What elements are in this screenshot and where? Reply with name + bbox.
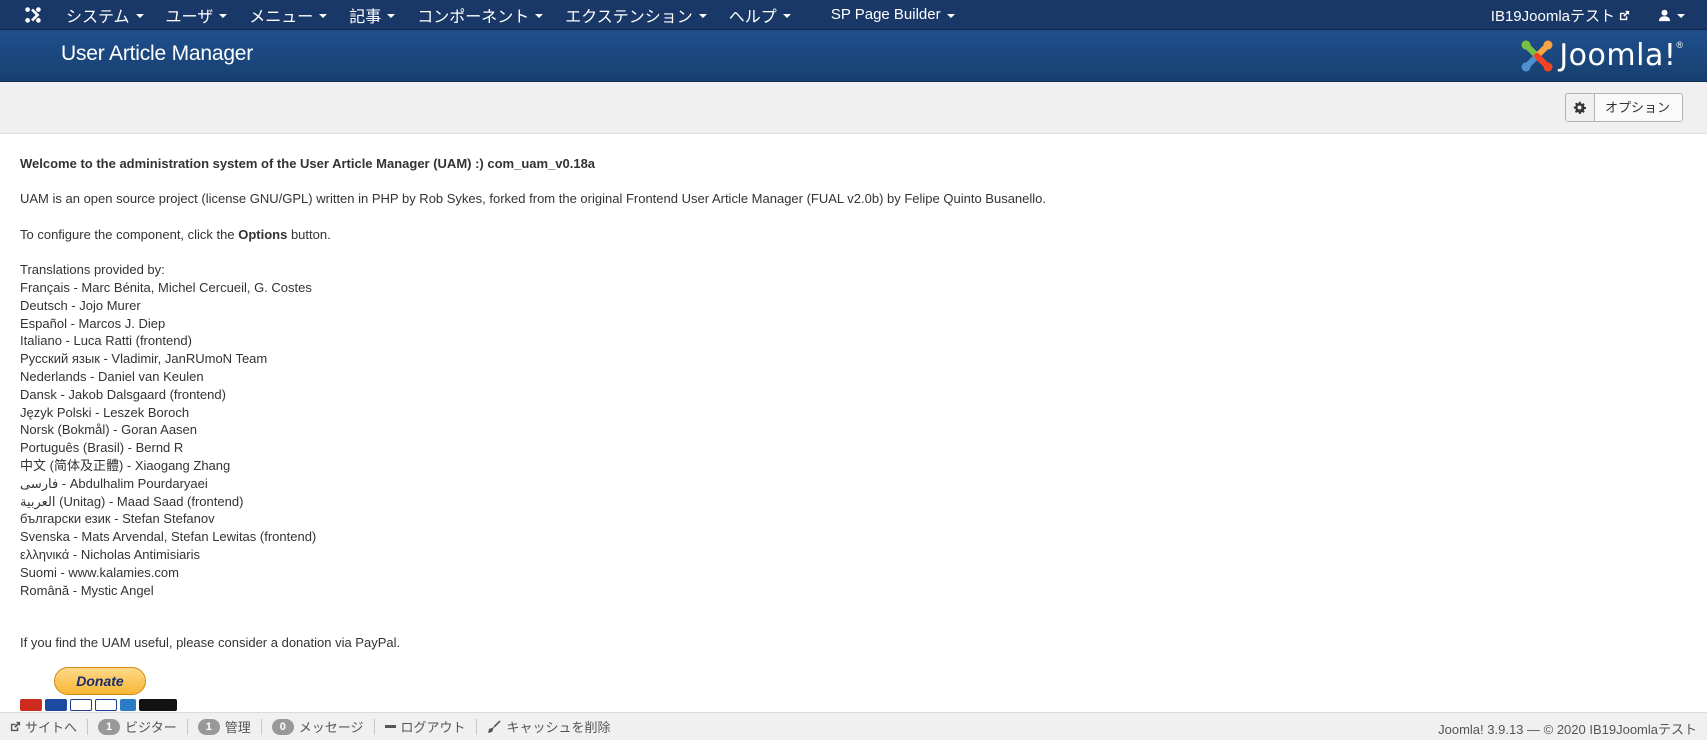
mastercard-icon	[20, 699, 42, 711]
visa-electron-icon	[95, 699, 117, 711]
top-navbar: システム ユーザ メニュー 記事 コンポーネント エクステンション ヘルプ SP…	[0, 0, 1707, 30]
view-site-link[interactable]: サイトへ	[0, 718, 89, 735]
translations-list: Translations provided by: Français - Mar…	[20, 261, 1680, 599]
page-title: User Article Manager	[61, 42, 254, 65]
menu-sp-page-builder[interactable]: SP Page Builder	[831, 0, 965, 30]
list-item: العربية (Unitag) - Maad Saad (frontend)	[20, 493, 244, 509]
visitors-count-badge: 1	[98, 718, 121, 735]
caret-down-icon	[319, 13, 328, 18]
direct-debit-icon	[139, 699, 177, 711]
list-item: Русский язык - Vladimir, JanRUmoN Team	[20, 351, 268, 367]
list-item: Română - Mystic Angel	[20, 582, 154, 598]
menu-components[interactable]: コンポーネント	[417, 0, 553, 30]
user-icon	[1658, 9, 1671, 21]
list-item: Italiano - Luca Ratti (frontend)	[20, 333, 192, 349]
caret-down-icon	[782, 13, 791, 18]
caret-down-icon	[135, 13, 144, 18]
caret-down-icon	[219, 13, 228, 18]
menu-users[interactable]: ユーザ	[166, 0, 238, 30]
external-link-icon	[10, 721, 21, 732]
list-item: български език - Stefan Stefanov	[20, 511, 215, 527]
menu-system[interactable]: システム	[66, 0, 154, 30]
copyright-text: Joomla! 3.9.13 — © 2020 IB19Joomlaテスト	[1438, 722, 1697, 737]
list-item: 中文 (简体及正體) - Xiaogang Zhang	[20, 457, 231, 473]
toolbar: オプション	[0, 82, 1707, 134]
options-mention: Options	[238, 226, 288, 242]
joomla-brand: Joomla! ®	[1519, 38, 1683, 74]
configure-text: To configure the component, click the Op…	[20, 226, 331, 242]
list-item: Svenska - Mats Arvendal, Stefan Lewitas …	[20, 529, 317, 545]
status-bar: サイトへ 1 ビジター 1 管理 0 メッセージ ログアウト キャッシュを削除 …	[0, 712, 1707, 740]
donation-text: If you find the UAM useful, please consi…	[20, 635, 401, 651]
list-item: Suomi - www.kalamies.com	[20, 564, 179, 580]
welcome-heading: Welcome to the administration system of …	[20, 156, 596, 171]
menu-menus[interactable]: メニュー	[249, 0, 337, 30]
brand-text: Joomla!	[1559, 38, 1677, 73]
translations-heading: Translations provided by:	[20, 262, 165, 278]
broom-icon	[487, 719, 501, 733]
list-item: Français - Marc Bénita, Michel Cercueil,…	[20, 279, 312, 295]
brand-registered-mark: ®	[1676, 40, 1683, 50]
admins-count-badge: 1	[197, 718, 220, 735]
caret-down-icon	[698, 13, 707, 18]
logout-link[interactable]: ログアウト	[375, 718, 477, 735]
maestro-icon	[45, 699, 67, 711]
list-item: Dansk - Jakob Dalsgaard (frontend)	[20, 386, 226, 402]
list-item: فارسی - Abdulhalim Pourdaryaei	[20, 475, 208, 491]
menu-content[interactable]: 記事	[349, 0, 405, 30]
list-item: Język Polski - Leszek Boroch	[20, 404, 190, 420]
caret-down-icon	[1677, 14, 1685, 18]
main-content: Welcome to the administration system of …	[20, 155, 1680, 652]
menu-help[interactable]: ヘルプ	[729, 0, 801, 30]
list-item: Português (Brasil) - Bernd R	[20, 440, 184, 456]
external-link-icon	[1619, 10, 1630, 20]
list-item: Español - Marcos J. Diep	[20, 315, 166, 331]
messages-status[interactable]: 0 メッセージ	[262, 718, 375, 735]
options-label: オプション	[1604, 100, 1670, 115]
navbar-right: IB19Joomlaテスト	[1491, 0, 1707, 30]
admins-status[interactable]: 1 管理	[188, 718, 262, 735]
amex-icon	[120, 699, 136, 711]
about-text: UAM is an open source project (license G…	[20, 191, 1047, 207]
caret-down-icon	[387, 13, 396, 18]
joomla-logo-icon[interactable]	[0, 0, 66, 30]
visitors-status[interactable]: 1 ビジター	[88, 718, 188, 735]
messages-count-badge: 0	[271, 718, 294, 735]
options-button[interactable]: オプション	[1564, 93, 1683, 122]
user-menu[interactable]	[1658, 9, 1685, 22]
site-link[interactable]: IB19Joomlaテスト	[1491, 5, 1630, 26]
caret-down-icon	[946, 13, 955, 18]
minus-icon	[384, 725, 396, 728]
clear-cache-link[interactable]: キャッシュを削除	[477, 719, 621, 735]
list-item: Deutsch - Jojo Murer	[20, 297, 141, 313]
donate-button[interactable]: Donate	[54, 667, 146, 695]
joomla-brand-logo-icon	[1521, 40, 1553, 72]
menu-extensions[interactable]: エクステンション	[565, 0, 717, 30]
list-item: Nederlands - Daniel van Keulen	[20, 368, 204, 384]
caret-down-icon	[535, 13, 544, 18]
page-header: User Article Manager Joomla! ®	[0, 30, 1707, 82]
payment-cards	[20, 699, 177, 711]
list-item: ελληνικά - Nicholas Antimisiaris	[20, 546, 201, 562]
main-menu: システム ユーザ メニュー 記事 コンポーネント エクステンション ヘルプ SP…	[66, 0, 977, 30]
list-item: Norsk (Bokmål) - Goran Aasen	[20, 422, 198, 438]
gear-icon	[1565, 94, 1595, 121]
visa-icon	[70, 699, 92, 711]
